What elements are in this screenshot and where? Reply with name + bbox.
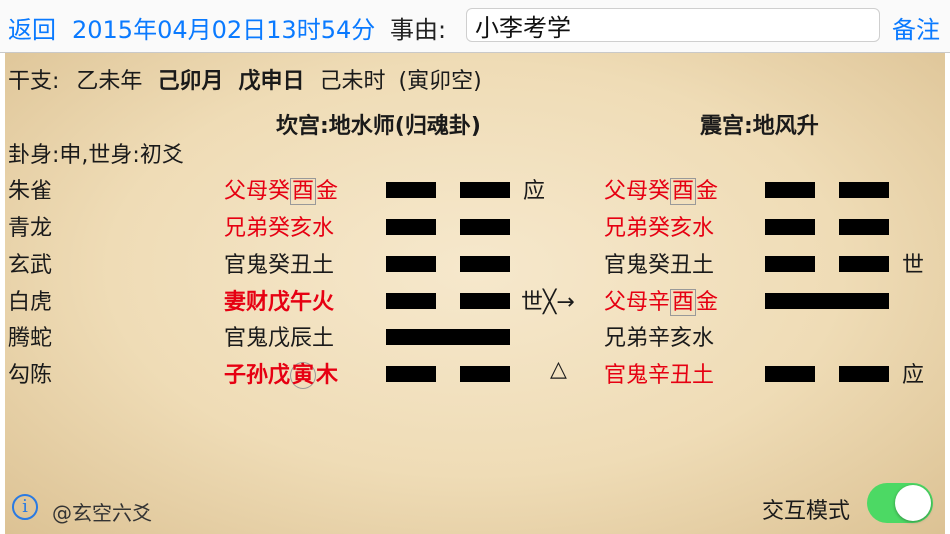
changed-yao-label-4: 父母辛酉金 [604, 289, 719, 316]
changed-yao-label-3: 官鬼癸丑土 [604, 253, 715, 278]
yao-segment [460, 219, 510, 235]
yao-segment [765, 366, 815, 382]
info-icon[interactable]: i [12, 494, 38, 520]
yao-segment [839, 182, 889, 198]
main-yao-label-4: 妻财戊午火 [224, 290, 335, 315]
god-row-3: 玄武 [8, 253, 53, 278]
main-yao-line-5-yang [386, 329, 510, 345]
main-yao-label-6: 子孙戊寅木 [224, 362, 339, 389]
yao-segment [839, 366, 889, 382]
main-yao-label-2: 兄弟癸亥水 [224, 216, 335, 241]
ganzhi-hour: 己未时 [319, 69, 386, 94]
interactive-mode-toggle[interactable] [867, 483, 933, 523]
yao-segment [460, 256, 510, 272]
toggle-knob [895, 485, 931, 521]
yao-segment [386, 182, 436, 198]
yao-segment [765, 293, 889, 309]
changed-yao-label-6: 官鬼辛丑土 [604, 363, 715, 388]
yao-segment [839, 219, 889, 235]
back-button[interactable]: 返回 [8, 10, 56, 45]
yao-segment [839, 256, 889, 272]
changed-yao-line-2-yin [765, 219, 889, 235]
interactive-mode-label: 交互模式 [762, 499, 851, 524]
yao-segment [460, 182, 510, 198]
main-yao-label-1: 父母癸酉金 [224, 178, 339, 205]
main-yao-line-6-yin [386, 366, 510, 382]
yao-segment [460, 366, 510, 382]
credit-text: @玄空六爻 [52, 501, 152, 525]
god-row-2: 青龙 [8, 216, 53, 241]
datetime-button[interactable]: 2015年04月02日13时54分 [72, 10, 375, 45]
changed-yao-label-5: 兄弟辛亥水 [604, 326, 715, 351]
yao-segment [386, 293, 436, 309]
hidden-mark: △ [550, 357, 567, 382]
yao-segment [386, 329, 510, 345]
ying-mark-changed: 应 [902, 363, 925, 388]
marked-char: 酉 [670, 289, 697, 316]
changed-yao-line-4-yang [765, 293, 889, 309]
marked-char: 酉 [290, 178, 317, 205]
reason-input[interactable] [466, 8, 880, 42]
ganzhi-label: 干支: [8, 69, 60, 94]
changed-yao-label-1: 父母癸酉金 [604, 178, 719, 205]
main-hexagram-title: 坎宫:地水师(归魂卦) [276, 114, 481, 139]
god-row-6: 勾陈 [8, 363, 53, 388]
yao-segment [460, 293, 510, 309]
main-yao-line-2-yin [386, 219, 510, 235]
main-yao-line-4-yin [386, 293, 510, 309]
marked-char: 寅 [290, 362, 317, 389]
main-yao-label-5: 官鬼戊辰土 [224, 326, 335, 351]
gua-shen-text: 卦身:申,世身:初爻 [8, 143, 184, 168]
god-row-1: 朱雀 [8, 179, 53, 204]
ganzhi-year: 乙未年 [76, 69, 143, 94]
reason-label: 事由: [390, 16, 447, 44]
shi-mark-changed: 世 [902, 253, 925, 278]
changed-yao-line-3-yin [765, 256, 889, 272]
main-yao-line-3-yin [386, 256, 510, 272]
ying-mark: 应 [523, 179, 546, 204]
yao-segment [765, 182, 815, 198]
god-row-4: 白虎 [8, 290, 53, 315]
note-button[interactable]: 备注 [892, 10, 940, 45]
yao-segment [765, 256, 815, 272]
yao-segment [386, 219, 436, 235]
ganzhi-void: (寅卯空) [398, 69, 482, 94]
ganzhi-line: 干支: 乙未年 己卯月 戊申日 己未时 (寅卯空) [8, 63, 482, 95]
main-yao-line-1-yin [386, 182, 510, 198]
main-yao-label-3: 官鬼癸丑土 [224, 253, 335, 278]
changed-yao-label-2: 兄弟癸亥水 [604, 216, 715, 241]
changed-hexagram-title: 震宫:地风升 [700, 114, 819, 139]
yao-segment [386, 366, 436, 382]
yao-segment [386, 256, 436, 272]
top-bar: 返回 2015年04月02日13时54分 事由: 备注 [0, 0, 950, 53]
marked-char: 酉 [670, 178, 697, 205]
ganzhi-month: 己卯月 [157, 69, 224, 94]
shi-moving-mark: 世╳→ [521, 290, 575, 315]
god-row-5: 腾蛇 [8, 326, 53, 351]
changed-yao-line-6-yin [765, 366, 889, 382]
changed-yao-line-1-yin [765, 182, 889, 198]
ganzhi-day: 戊申日 [238, 69, 305, 94]
yao-segment [765, 219, 815, 235]
